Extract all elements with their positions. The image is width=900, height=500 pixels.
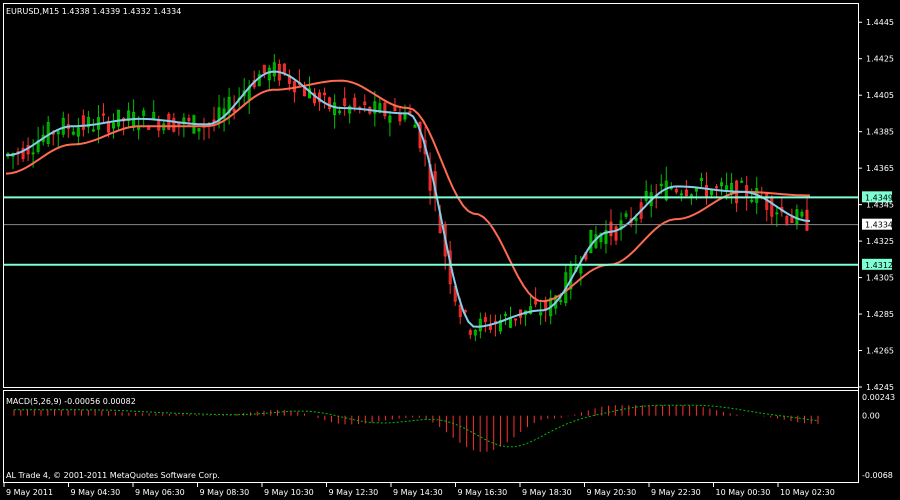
price-tick-label: 1.4285 [866,310,894,319]
copyright-text: AL Trade 4, © 2001-2011 MetaQuotes Softw… [6,471,220,480]
price-tick-label: 1.4445 [866,18,894,27]
price-tick-label: 1.4405 [866,91,894,100]
candle-body [559,300,563,303]
time-tick-label: 9 May 12:30 [329,488,379,497]
moving-average-lines [5,70,811,328]
time-tick-label: 9 May 18:30 [522,488,572,497]
time-axis: 9 May 2011 9 May 04:30 9 May 06:30 9 May 08… [3,483,835,497]
macd-label: MACD(5,26,9) -0.00056 0.00082 [6,397,136,406]
macd-axis-label: 0.00 [862,412,880,421]
price-label-lower_line: 1.4312 [865,261,893,270]
price-tick-label: 1.4345 [866,201,894,210]
macd-axis-label: 0.00243 [862,393,895,402]
candle-body [101,113,105,116]
time-tick-label: 10 May 02:30 [780,488,835,497]
candle-body [503,313,507,316]
time-tick-label: 9 May 08:30 [200,488,250,497]
price-tick-label: 1.4365 [866,164,894,173]
candle-body [91,129,95,132]
time-tick-label: 9 May 14:30 [393,488,443,497]
candle-body [775,212,779,215]
candle-body [740,180,744,183]
time-tick-label: 9 May 04:30 [71,488,121,497]
time-tick-label: 9 May 16:30 [458,488,508,497]
price-axis: 1.4445 1.4425 1.4405 1.4385 1.4365 1.4345 1.43… [858,18,894,392]
time-tick-label: 9 May 22:30 [651,488,701,497]
price-tick-label: 1.4245 [866,383,894,392]
macd-histogram: 0.00243 0.00 -0.0068 [13,393,895,480]
price-tick-label: 1.4305 [866,274,894,283]
price-tick-label: 1.4385 [866,128,894,137]
candle-body [715,186,719,189]
candle-body [679,193,683,196]
price-tick-label: 1.4425 [866,55,894,64]
time-tick-label: 9 May 20:30 [587,488,637,497]
time-tick-label: 9 May 10:30 [264,488,314,497]
symbol-info: EURUSD,M15 1.4338 1.4339 1.4332 1.4334 [6,7,181,16]
price-tick-label: 1.4325 [866,237,894,246]
price-panel-border [3,3,859,388]
macd-signal-line [14,404,819,448]
chart-window[interactable]: 1.4349 1.4312 1.4334 0.00243 0.00 -0.0068 1.… [0,0,900,500]
time-tick-label: 10 May 00:30 [716,488,771,497]
fast-ma-line [5,70,811,328]
macd-axis-label: -0.0068 [862,471,893,480]
time-tick-label: 9 May 2011 [6,488,53,497]
price-label-current: 1.4334 [865,221,893,230]
candle-body [514,318,518,321]
price-tick-label: 1.4265 [866,347,894,356]
time-tick-label: 9 May 06:30 [135,488,185,497]
chart-canvas[interactable]: 1.43491.43121.4334 0.002430.00-0.0068 1.… [0,0,900,500]
candle-body [31,152,35,155]
